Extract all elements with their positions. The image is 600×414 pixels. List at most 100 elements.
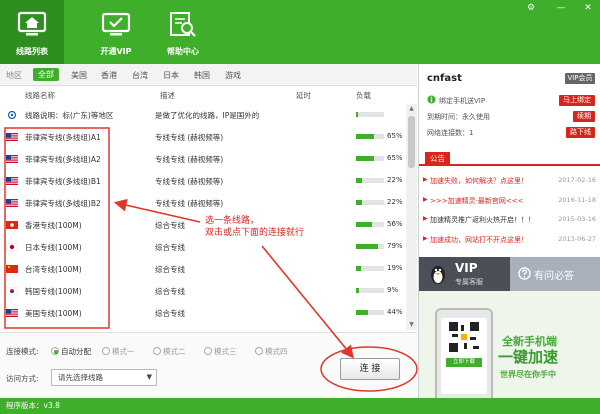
notice-text[interactable]: 加速成功，网站打不开点这里！ [430,235,528,245]
arrow-right-icon: ▶ [423,235,428,242]
menu-icon[interactable]: ⚙ [526,3,536,13]
notice-tab[interactable]: 公告 [425,152,450,166]
header-latency[interactable]: 延时 [296,90,311,101]
status-bar: 程序版本：v3.8 [0,398,600,414]
notice-item[interactable]: ▶ 加速精灵推广返利火热开启！！！ 2015-03-16 [423,214,599,226]
load-bar-fill [356,222,372,227]
radio-dot [204,347,212,355]
line-description: 专线专线 (赫视频等) [155,133,224,142]
table-row[interactable]: 美国专线(100M) 综合专线 44% [0,302,405,324]
header-desc[interactable]: 描述 [160,90,175,101]
load-percent: 22% [387,198,403,206]
line-name: 韩国专线(100M) [25,287,82,296]
access-method-label: 访问方式: [6,374,39,383]
line-description: 综合专线 [155,221,185,230]
offline-button[interactable]: 路下线 [566,127,595,138]
notice-header: 公告 [419,152,600,166]
radio-dot [153,347,161,355]
mode-radio-2[interactable]: 模式二 [153,346,186,357]
line-description: 是做了优化的线路，IP是国外的 [155,111,260,120]
notice-text[interactable]: >>>加速精灵·最新官网<<< [430,196,523,206]
notice-item[interactable]: ▶ >>>加速精灵·最新官网<<< 2016-11-18 [423,195,599,207]
tab-line-list[interactable]: 线路列表 [0,0,64,64]
notice-text[interactable]: 加速失败，如何解决？点这里！ [430,176,528,186]
flag-icon [6,133,18,141]
line-name: 美国专线(100M) [25,309,82,318]
line-list: 线路说明：标(广东)等地区 是做了优化的线路，IP是国外的菲律宾专线(多线组)A1… [0,104,405,330]
line-name: 菲律宾专线(多线组)A2 [25,155,101,164]
line-name: 菲律宾专线(多线组)B2 [25,199,101,208]
renew-button[interactable]: 续期 [573,111,595,122]
line-name: 菲律宾专线(多线组)A1 [25,133,101,142]
download-button[interactable]: 立即下载 [446,358,482,367]
region-tw[interactable]: 台湾 [132,70,148,81]
region-jp[interactable]: 日本 [163,70,179,81]
vip-badge: VIP会员 [565,73,595,84]
connect-button[interactable]: 连 接 [340,358,400,380]
access-method-value: 请先选择线路 [58,373,103,382]
load-bar-fill [356,156,375,161]
flag-icon [6,199,18,207]
header-name[interactable]: 线路名称 [25,90,55,101]
list-scrollbar[interactable]: ▲ ▼ [406,104,417,330]
qa-button[interactable]: 有问必答 [510,257,600,291]
region-hk[interactable]: 香港 [101,70,117,81]
region-kr[interactable]: 韩国 [194,70,210,81]
table-row[interactable]: 日本专线(100M) 综合专线 79% [0,236,405,258]
notice-item[interactable]: ▶ 加速成功，网站打不开点这里！ 2013-06-27 [423,234,599,246]
line-name: 线路说明：标(广东)等地区 [25,111,114,120]
table-row[interactable]: 韩国专线(100M) 综合专线 9% [0,280,405,302]
tab-open-vip[interactable]: 开通VIP [84,0,148,64]
region-filter-bar: 地区 全部 美国 香港 台湾 日本 韩国 游戏 [0,64,417,86]
flag-icon [6,110,18,120]
region-game[interactable]: 游戏 [225,70,241,81]
flag-icon [5,242,19,252]
region-label: 地区 [6,71,22,80]
chevron-down-icon: ▼ [146,373,152,381]
mode-radio-1[interactable]: 模式一 [102,346,135,357]
mode-label: 模式四 [265,347,288,356]
load-percent: 79% [387,242,403,250]
table-row[interactable]: 台湾专线(100M) 综合专线 19% [0,258,405,280]
mode-radio-4[interactable]: 模式四 [255,346,288,357]
load-bar [356,200,384,205]
user-info: cnfast VIP会员 绑定手机送VIP 马上绑定 到期时间：永久使用 续期 … [419,64,600,144]
ad-line-2: 一键加速 [498,348,559,366]
mobile-app-banner[interactable]: 立即下载 全新手机端 一键加速 世界尽在你手中 [419,291,600,398]
app-window: 线路列表 开通VIP 帮助中心 ⚙ — ✕ 地区 全部 美国 香港 台湾 日本 … [0,0,600,414]
flag-icon [5,286,19,296]
info-icon [427,95,436,104]
load-bar-fill [356,288,359,293]
load-bar [356,310,384,315]
mode-label: 模式二 [163,347,186,356]
load-percent: 65% [387,132,403,140]
region-all[interactable]: 全部 [33,68,59,81]
mode-radio-auto[interactable]: 自动分配 [51,346,91,357]
region-us[interactable]: 美国 [71,70,87,81]
table-row[interactable]: 线路说明：标(广东)等地区 是做了优化的线路，IP是国外的 [0,104,405,126]
load-bar-fill [356,112,359,117]
minimize-icon[interactable]: — [556,3,566,13]
table-row[interactable]: 香港专线(100M) 综合专线 56% [0,214,405,236]
scroll-down-icon[interactable]: ▼ [406,320,417,330]
vip-service-button[interactable]: VIP 专属客服 [419,257,510,291]
load-percent: 44% [387,308,403,316]
mode-radio-3[interactable]: 模式三 [204,346,237,357]
arrow-right-icon: ▶ [423,196,428,203]
access-method-select[interactable]: 请先选择线路 ▼ [51,369,157,386]
notice-item[interactable]: ▶ 加速失败，如何解决？点这里！ 2017-02-16 [423,175,599,187]
table-row[interactable]: 菲律宾专线(多线组)A1 专线专线 (赫视频等) 65% [0,126,405,148]
line-description: 综合专线 [155,309,185,318]
header-load[interactable]: 负载 [356,90,371,101]
bind-now-button[interactable]: 马上绑定 [559,95,595,106]
notice-text[interactable]: 加速精灵推广返利火热开启！！！ [430,215,535,225]
scroll-thumb[interactable] [408,116,415,168]
table-row[interactable]: 菲律宾专线(多线组)B1 专线专线 (赫视频等) 22% [0,170,405,192]
close-icon[interactable]: ✕ [583,3,593,13]
scroll-up-icon[interactable]: ▲ [406,104,417,114]
tab-help-center[interactable]: 帮助中心 [151,0,215,64]
table-row[interactable]: 菲律宾专线(多线组)A2 专线专线 (赫视频等) 65% [0,148,405,170]
home-icon [17,11,47,36]
table-row[interactable]: 菲律宾专线(多线组)B2 专线专线 (赫视频等) 22% [0,192,405,214]
line-name: 菲律宾专线(多线组)B1 [25,177,101,186]
